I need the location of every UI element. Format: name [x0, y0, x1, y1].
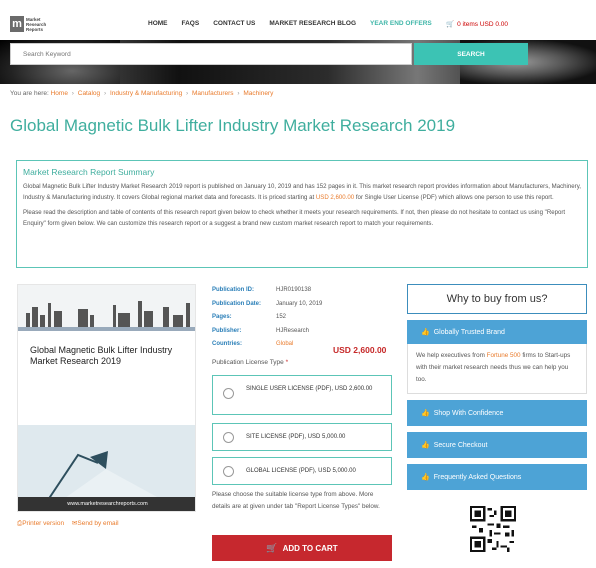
lamp-illustration: [40, 451, 168, 503]
nav-faqs[interactable]: FAQS: [182, 20, 200, 27]
nav-year-end-offers[interactable]: YEAR END OFFERS: [370, 20, 432, 27]
thumbs-up-icon: 👍: [421, 410, 430, 417]
trusted-brand-description: We help executives from Fortune 500 firm…: [407, 344, 587, 394]
thumbs-up-icon: 👍: [421, 329, 430, 336]
logo-mark: m: [10, 16, 24, 32]
license-radio[interactable]: [223, 432, 234, 443]
license-note: Please choose the suitable license type …: [212, 491, 380, 510]
breadcrumb-prefix: You are here:: [10, 90, 49, 97]
site-logo[interactable]: m Market Research Reports: [10, 13, 56, 35]
page-title: Global Magnetic Bulk Lifter Industry Mar…: [10, 116, 456, 135]
breadcrumb-home[interactable]: Home: [51, 90, 68, 97]
printer-version-link[interactable]: ⎙Printer version: [17, 520, 64, 527]
report-price: USD 2,600.00: [333, 345, 387, 355]
report-cover-image: Global Magnetic Bulk Lifter Industry Mar…: [17, 284, 196, 512]
pub-row: Publication ID: HJR0190138: [212, 287, 312, 293]
license-radio[interactable]: [223, 466, 234, 477]
thumbs-up-icon: 👍: [421, 442, 430, 449]
license-option-single-user[interactable]: SINGLE USER LICENSE (PDF), USD 2,600.00: [212, 375, 392, 415]
breadcrumb-machinery[interactable]: Machinery: [243, 90, 273, 97]
nav-contact-us[interactable]: CONTACT US: [213, 20, 255, 27]
report-summary: Market Research Report Summary Global Ma…: [16, 160, 588, 268]
send-by-email-link[interactable]: ✉Send by email: [72, 520, 119, 527]
breadcrumb-manufacturers[interactable]: Manufacturers: [192, 90, 234, 97]
summary-paragraph-1: Global Magnetic Bulk Lifter Industry Mar…: [23, 183, 581, 201]
cart-label: 0 items USD 0.00: [457, 21, 509, 28]
breadcrumb-catalog[interactable]: Catalog: [78, 90, 100, 97]
logo-text: Market Research Reports: [26, 16, 47, 32]
nav-market-research-blog[interactable]: MARKET RESEARCH BLOG: [269, 20, 356, 27]
license-label: SITE LICENSE (PDF), USD 5,000.00: [246, 434, 346, 440]
breadcrumb-industry[interactable]: Industry & Manufacturing: [110, 90, 182, 97]
cart-summary[interactable]: 🛒 0 items USD 0.00: [446, 20, 508, 28]
search-button[interactable]: SEARCH: [414, 43, 528, 65]
qr-code: [470, 506, 516, 552]
nav-home[interactable]: HOME: [148, 20, 168, 27]
license-label: SINGLE USER LICENSE (PDF), USD 2,600.00: [246, 386, 373, 392]
search-input[interactable]: [10, 43, 412, 65]
cart-icon: 🛒: [446, 21, 455, 28]
pub-row: Publisher: HJResearch: [212, 327, 310, 334]
cover-title: Global Magnetic Bulk Lifter Industry Mar…: [30, 345, 173, 366]
publication-info: Publication ID: HJR0190138 Publication Da…: [212, 284, 397, 352]
why-buy-heading: Why to buy from us?: [407, 284, 587, 314]
add-to-cart-button[interactable]: 🛒 ADD TO CART: [212, 535, 392, 561]
license-radio[interactable]: [223, 388, 234, 399]
cover-url: www.marketresearchreports.com: [18, 497, 195, 511]
license-option-site[interactable]: SITE LICENSE (PDF), USD 5,000.00: [212, 423, 392, 451]
license-label: GLOBAL LICENSE (PDF), USD 5,000.00: [246, 468, 356, 474]
summary-title: Market Research Report Summary: [23, 167, 155, 177]
secure-checkout-tab[interactable]: 👍 Secure Checkout: [407, 432, 587, 458]
cart-icon: 🛒: [266, 542, 278, 553]
globally-trusted-brand-tab[interactable]: 👍 Globally Trusted Brand: [407, 320, 587, 344]
license-option-global[interactable]: GLOBAL LICENSE (PDF), USD 5,000.00: [212, 457, 392, 485]
summary-paragraph-2: Please read the description and table of…: [23, 209, 566, 227]
top-bar: m Market Research Reports HOME FAQS CONT…: [0, 0, 596, 40]
shop-with-confidence-tab[interactable]: 👍 Shop With Confidence: [407, 400, 587, 426]
breadcrumb: You are here: Home › Catalog › Industry …: [10, 90, 274, 97]
cover-skyline: [18, 285, 195, 331]
license-type-label: Publication License Type *: [212, 359, 289, 366]
report-actions: ⎙Printer version ✉Send by email: [17, 519, 125, 528]
pub-row: Publication Date: January 10, 2019: [212, 300, 323, 307]
faq-tab[interactable]: 👍 Frequently Asked Questions: [407, 464, 587, 490]
thumbs-up-icon: 👍: [421, 474, 430, 481]
pub-row: Pages: 152: [212, 314, 287, 321]
main-nav: HOME FAQS CONTACT US MARKET RESEARCH BLO…: [148, 20, 446, 27]
